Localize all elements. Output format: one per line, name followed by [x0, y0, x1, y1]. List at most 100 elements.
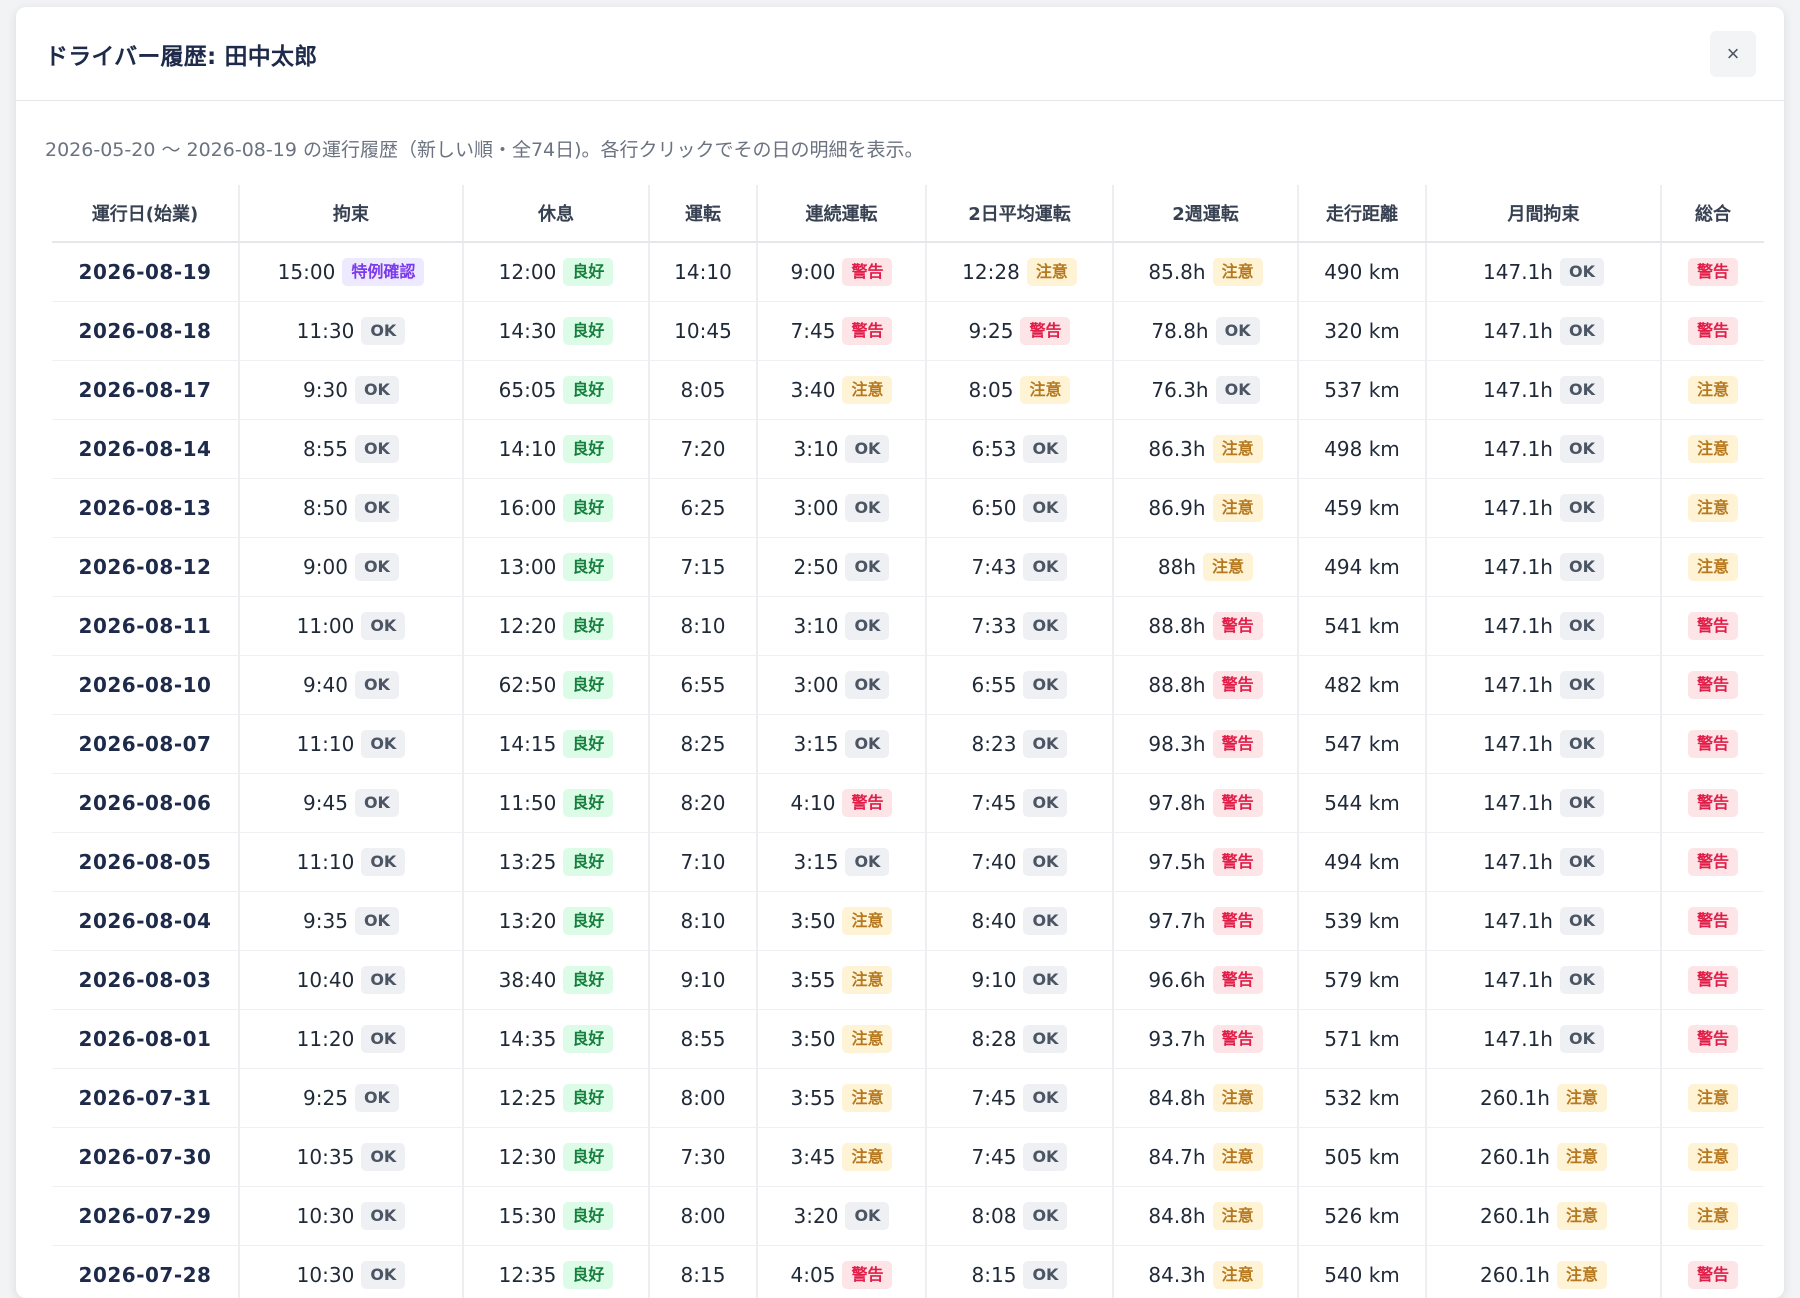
overall-cell: 警告 — [1660, 655, 1764, 715]
kosoku-cell: 9:30 OK — [238, 360, 463, 420]
week2-value: 97.7h — [1148, 909, 1206, 933]
table-row[interactable]: 2026-08-12 9:00 OK 13:00 良好 7:15 2:50 OK 7:43 OK 8… — [52, 537, 1764, 597]
kyusoku-cell: 14:15 良好 — [462, 714, 649, 774]
date-cell: 2026-08-11 — [52, 596, 239, 656]
avg2-status-badge: OK — [1023, 789, 1068, 817]
history-table: 運行日(始業) 拘束 休息 運転 連続運転 2日平均運転 2週運転 走行距離 月… — [52, 185, 1764, 1298]
col-header-avg2[interactable]: 2日平均運転 — [925, 185, 1113, 243]
col-header-kyusoku[interactable]: 休息 — [462, 185, 649, 243]
renzoku-value: 3:55 — [790, 968, 836, 992]
date-cell: 2026-08-05 — [52, 832, 239, 892]
table-row[interactable]: 2026-08-18 11:30 OK 14:30 良好 10:45 7:45 警告 9:25 警… — [52, 301, 1764, 361]
kosoku-cell: 10:30 OK — [238, 1245, 463, 1298]
renzoku-cell: 9:00 警告 — [756, 242, 926, 302]
overall-status-badge: 警告 — [1687, 1261, 1738, 1289]
avg2-value: 7:45 — [971, 1145, 1017, 1169]
table-row[interactable]: 2026-08-14 8:55 OK 14:10 良好 7:20 3:10 OK 6:53 OK 8… — [52, 419, 1764, 479]
monthly-value: 260.1h — [1480, 1263, 1550, 1287]
table-row[interactable]: 2026-07-28 10:30 OK 12:35 良好 8:15 4:05 警告 8:15 OK… — [52, 1245, 1764, 1298]
week2-status-badge: 注意 — [1212, 258, 1263, 286]
col-header-renzoku[interactable]: 連続運転 — [756, 185, 926, 243]
monthly-value: 260.1h — [1480, 1145, 1550, 1169]
table-row[interactable]: 2026-07-30 10:35 OK 12:30 良好 7:30 3:45 注意 7:45 OK… — [52, 1127, 1764, 1187]
renzoku-status-badge: 注意 — [842, 1143, 893, 1171]
col-header-week2[interactable]: 2週運転 — [1112, 185, 1298, 243]
col-header-monthly[interactable]: 月間拘束 — [1425, 185, 1661, 243]
renzoku-status-badge: 警告 — [842, 789, 893, 817]
distance-cell: 494 km — [1297, 832, 1426, 892]
table-row[interactable]: 2026-08-11 11:00 OK 12:20 良好 8:10 3:10 OK 7:33 OK… — [52, 596, 1764, 656]
week2-status-badge: 警告 — [1212, 966, 1263, 994]
monthly-cell: 260.1h 注意 — [1425, 1068, 1661, 1128]
kyusoku-status-badge: 良好 — [563, 435, 614, 463]
renzoku-status-badge: OK — [845, 612, 890, 640]
avg2-cell: 9:10 OK — [925, 950, 1113, 1010]
col-header-kosoku[interactable]: 拘束 — [238, 185, 463, 243]
kyusoku-cell: 14:30 良好 — [462, 301, 649, 361]
kyusoku-cell: 65:05 良好 — [462, 360, 649, 420]
unten-cell: 8:25 — [648, 714, 757, 774]
table-row[interactable]: 2026-08-01 11:20 OK 14:35 良好 8:55 3:50 注意 8:28 OK… — [52, 1009, 1764, 1069]
kosoku-status-badge: 特例確認 — [342, 258, 425, 286]
avg2-status-badge: OK — [1023, 1143, 1068, 1171]
col-header-unten[interactable]: 運転 — [648, 185, 757, 243]
week2-cell: 97.5h 警告 — [1112, 832, 1298, 892]
monthly-cell: 147.1h OK — [1425, 537, 1661, 597]
monthly-value: 147.1h — [1483, 968, 1553, 992]
monthly-value: 260.1h — [1480, 1204, 1550, 1228]
renzoku-status-badge: 注意 — [842, 1084, 893, 1112]
table-row[interactable]: 2026-08-10 9:40 OK 62:50 良好 6:55 3:00 OK 6:55 OK 8… — [52, 655, 1764, 715]
table-row[interactable]: 2026-07-29 10:30 OK 15:30 良好 8:00 3:20 OK 8:08 OK… — [52, 1186, 1764, 1246]
table-body: 2026-08-19 15:00 特例確認 12:00 良好 14:10 9:00 警告 12:… — [52, 242, 1764, 1298]
table-row[interactable]: 2026-08-07 11:10 OK 14:15 良好 8:25 3:15 OK 8:23 OK… — [52, 714, 1764, 774]
table-row[interactable]: 2026-08-05 11:10 OK 13:25 良好 7:10 3:15 OK 7:40 OK… — [52, 832, 1764, 892]
avg2-value: 8:23 — [971, 732, 1017, 756]
kyusoku-cell: 38:40 良好 — [462, 950, 649, 1010]
monthly-value: 147.1h — [1483, 555, 1553, 579]
table-row[interactable]: 2026-08-17 9:30 OK 65:05 良好 8:05 3:40 注意 8:05 注意 7… — [52, 360, 1764, 420]
monthly-cell: 147.1h OK — [1425, 242, 1661, 302]
overall-cell: 注意 — [1660, 478, 1764, 538]
monthly-value: 147.1h — [1483, 1027, 1553, 1051]
col-header-distance[interactable]: 走行距離 — [1297, 185, 1426, 243]
overall-status-badge: 警告 — [1687, 907, 1738, 935]
overall-cell: 警告 — [1660, 832, 1764, 892]
distance-cell: 540 km — [1297, 1245, 1426, 1298]
overall-status-badge: 注意 — [1687, 1202, 1738, 1230]
kosoku-status-badge: OK — [354, 671, 399, 699]
kyusoku-status-badge: 良好 — [563, 1025, 614, 1053]
avg2-value: 9:10 — [971, 968, 1017, 992]
avg2-status-badge: OK — [1023, 907, 1068, 935]
table-row[interactable]: 2026-08-04 9:35 OK 13:20 良好 8:10 3:50 注意 8:40 OK 9… — [52, 891, 1764, 951]
avg2-cell: 7:33 OK — [925, 596, 1113, 656]
kosoku-cell: 9:40 OK — [238, 655, 463, 715]
close-button[interactable]: × — [1710, 30, 1756, 77]
kosoku-value: 11:30 — [296, 319, 355, 343]
renzoku-status-badge: 警告 — [842, 1261, 893, 1289]
kosoku-status-badge: OK — [354, 376, 399, 404]
week2-value: 98.3h — [1148, 732, 1206, 756]
avg2-status-badge: OK — [1023, 848, 1068, 876]
week2-value: 84.8h — [1148, 1204, 1206, 1228]
overall-status-badge: 警告 — [1687, 1025, 1738, 1053]
overall-status-badge: 警告 — [1687, 730, 1738, 758]
date-cell: 2026-08-18 — [52, 301, 239, 361]
week2-status-badge: 注意 — [1203, 553, 1254, 581]
monthly-status-badge: 注意 — [1556, 1143, 1607, 1171]
col-header-date[interactable]: 運行日(始業) — [52, 185, 239, 243]
overall-cell: 警告 — [1660, 596, 1764, 656]
table-row[interactable]: 2026-07-31 9:25 OK 12:25 良好 8:00 3:55 注意 7:45 OK 8… — [52, 1068, 1764, 1128]
week2-value: 84.8h — [1148, 1086, 1206, 1110]
week2-value: 85.8h — [1148, 260, 1206, 284]
monthly-cell: 147.1h OK — [1425, 478, 1661, 538]
avg2-cell: 8:40 OK — [925, 891, 1113, 951]
avg2-value: 8:40 — [971, 909, 1017, 933]
avg2-status-badge: OK — [1023, 1084, 1068, 1112]
table-row[interactable]: 2026-08-06 9:45 OK 11:50 良好 8:20 4:10 警告 7:45 OK 9… — [52, 773, 1764, 833]
col-header-overall[interactable]: 総合 — [1660, 185, 1764, 243]
renzoku-cell: 3:40 注意 — [756, 360, 926, 420]
table-row[interactable]: 2026-08-19 15:00 特例確認 12:00 良好 14:10 9:00 警告 12:… — [52, 242, 1764, 302]
table-row[interactable]: 2026-08-03 10:40 OK 38:40 良好 9:10 3:55 注意 9:10 OK… — [52, 950, 1764, 1010]
renzoku-value: 2:50 — [793, 555, 839, 579]
table-row[interactable]: 2026-08-13 8:50 OK 16:00 良好 6:25 3:00 OK 6:50 OK 8… — [52, 478, 1764, 538]
